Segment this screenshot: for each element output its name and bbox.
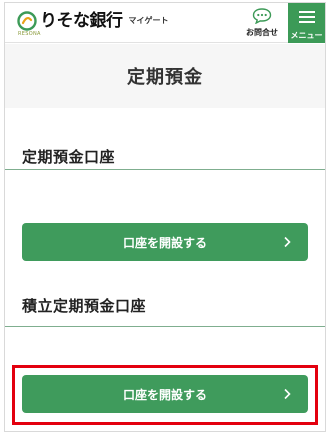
chevron-right-icon: [284, 388, 291, 400]
resona-logo[interactable]: りそな銀行 マイゲート RESONA: [17, 9, 169, 39]
app-frame: りそな銀行 マイゲート RESONA お問合せ メニュー 定期預金 定期預金口座: [4, 2, 326, 432]
hamburger-icon: [298, 11, 315, 23]
button-label: 口座を開設する: [122, 387, 207, 402]
open-account-button-installment-deposit[interactable]: 口座を開設する: [22, 375, 308, 413]
chat-bubble-icon: [252, 8, 272, 24]
inquiry-button[interactable]: お問合せ: [238, 5, 286, 41]
page-title-band: 定期預金: [5, 44, 325, 108]
section-title: 定期預金口座: [22, 148, 116, 166]
open-account-button-time-deposit[interactable]: 口座を開設する: [22, 223, 308, 261]
logo-subtitle: マイゲート: [128, 16, 169, 25]
section-heading-time-deposit: 定期預金口座: [5, 108, 325, 170]
section-title: 積立定期預金口座: [22, 297, 147, 315]
top-header: りそな銀行 マイゲート RESONA お問合せ メニュー: [5, 3, 325, 43]
page-title: 定期預金: [127, 67, 203, 88]
menu-button[interactable]: メニュー: [288, 3, 325, 43]
resona-logo-icon: [17, 11, 37, 31]
logo-text: りそな銀行: [40, 11, 123, 31]
logo-tag: RESONA: [18, 31, 41, 37]
button-label: 口座を開設する: [122, 235, 207, 250]
chevron-right-icon: [284, 236, 291, 248]
section-heading-installment-deposit: 積立定期預金口座: [5, 265, 325, 327]
inquiry-label: お問合せ: [246, 28, 278, 37]
menu-label: メニュー: [290, 31, 323, 40]
